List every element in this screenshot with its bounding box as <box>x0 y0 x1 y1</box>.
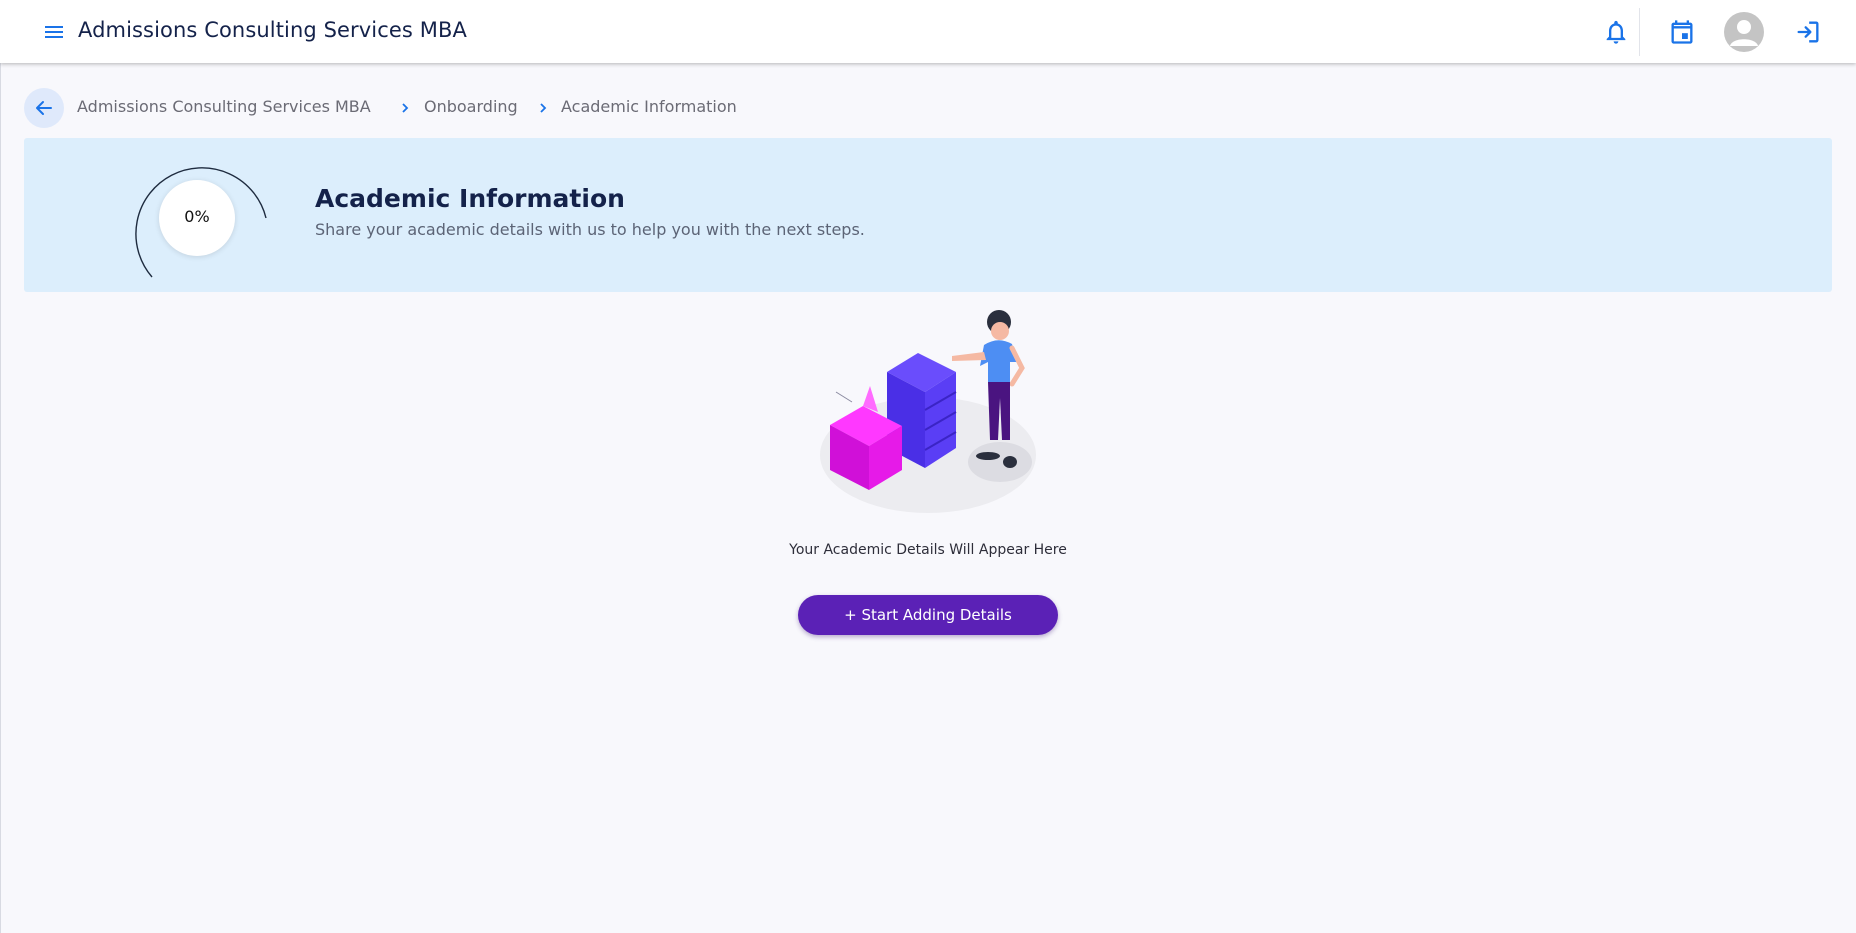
start-adding-details-button[interactable]: + Start Adding Details <box>798 595 1058 635</box>
top-app-bar: Admissions Consulting Services MBA <box>0 0 1856 63</box>
progress-percent: 0% <box>184 207 210 226</box>
page-left-border <box>0 63 1 933</box>
breadcrumb-item-current: Academic Information <box>561 97 737 116</box>
section-banner: 0% Academic Information Share your acade… <box>24 138 1832 292</box>
breadcrumb-item-home[interactable]: Admissions Consulting Services MBA <box>77 97 371 116</box>
menu-icon[interactable] <box>42 20 66 44</box>
arrow-left-icon <box>36 101 52 115</box>
back-button[interactable] <box>24 88 64 128</box>
bell-icon[interactable] <box>1602 18 1630 46</box>
logout-icon[interactable] <box>1794 18 1822 46</box>
page-subtitle: Share your academic details with us to h… <box>315 220 865 239</box>
app-title: Admissions Consulting Services MBA <box>78 18 467 42</box>
page-title: Academic Information <box>315 184 625 213</box>
empty-state-illustration <box>812 300 1048 520</box>
empty-state-message: Your Academic Details Will Appear Here <box>789 542 1067 558</box>
chevron-right-icon <box>402 103 409 113</box>
header-divider <box>1639 8 1640 56</box>
breadcrumb-item-onboarding[interactable]: Onboarding <box>424 97 518 116</box>
avatar[interactable] <box>1724 12 1764 52</box>
chevron-right-icon <box>540 103 547 113</box>
progress-indicator: 0% <box>159 180 235 256</box>
calendar-icon[interactable] <box>1668 18 1696 46</box>
